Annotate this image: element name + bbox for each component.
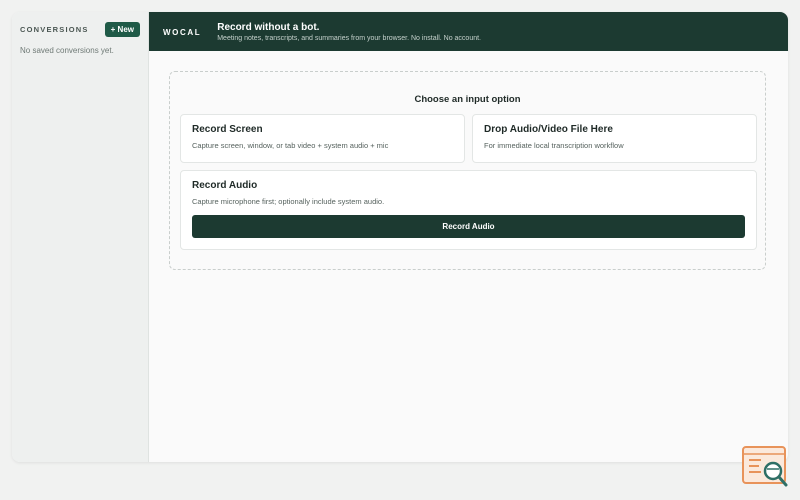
brand-logo-text: WOCAL [163, 27, 202, 37]
record-audio-option: Record Audio Capture microphone first; o… [180, 170, 757, 250]
content-area: Choose an input option Record Screen Cap… [149, 51, 788, 462]
record-screen-description: Capture screen, window, or tab video + s… [192, 141, 389, 150]
main-area: WOCAL Record without a bot. Meeting note… [149, 12, 788, 462]
top-bar-text: Record without a bot. Meeting notes, tra… [217, 22, 481, 42]
record-audio-description: Capture microphone first; optionally inc… [192, 197, 385, 206]
app-window: CONVERSIONS + New No saved conversions y… [12, 12, 788, 462]
document-search-logo-icon [741, 445, 791, 489]
file-drop-zone[interactable]: Drop Audio/Video File Here For immediate… [472, 114, 757, 163]
sidebar-title: CONVERSIONS [20, 25, 89, 34]
record-audio-button[interactable]: Record Audio [192, 215, 745, 238]
record-screen-title: Record Screen [192, 124, 263, 135]
record-audio-title: Record Audio [192, 180, 258, 191]
page-title: Record without a bot. [217, 21, 320, 33]
sidebar: CONVERSIONS + New No saved conversions y… [12, 12, 149, 462]
file-drop-title: Drop Audio/Video File Here [484, 124, 613, 135]
file-drop-description: For immediate local transcription workfl… [484, 141, 624, 150]
input-options-heading: Choose an input option [414, 94, 521, 105]
record-screen-option[interactable]: Record Screen Capture screen, window, or… [180, 114, 465, 163]
page-subtitle: Meeting notes, transcripts, and summarie… [217, 34, 481, 42]
sidebar-header: CONVERSIONS + New [20, 22, 140, 37]
new-conversion-button[interactable]: + New [104, 22, 140, 37]
top-bar: WOCAL Record without a bot. Meeting note… [149, 12, 788, 51]
empty-conversions-message: No saved conversions yet. [20, 46, 114, 55]
input-options-panel: Choose an input option Record Screen Cap… [169, 71, 766, 270]
